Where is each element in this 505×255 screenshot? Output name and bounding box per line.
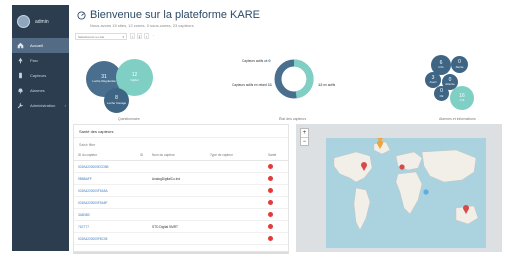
sensor-health-panel: Santé des capteurs Saisir filtre ID du c… — [73, 124, 289, 252]
sensor-name-cell — [148, 196, 206, 209]
donut-label-inactive: 12 en actifs — [318, 82, 336, 87]
sites-map[interactable]: + − — [296, 124, 502, 252]
chevron-down-icon: ▾ — [122, 34, 124, 39]
pager-prev-button[interactable]: ‹ — [130, 33, 135, 39]
sidebar-item-label: Accueil — [30, 43, 43, 48]
health-status-dot — [268, 199, 273, 205]
bubble-ok[interactable]: 0 Ok — [434, 86, 449, 101]
bell-icon — [17, 87, 24, 94]
zoom-out-button[interactable]: − — [301, 137, 308, 145]
zoom-control: + − — [300, 128, 309, 146]
sidebar-item-label: Administration — [30, 103, 56, 108]
sensor-name-cell — [148, 232, 206, 245]
bubble-alerte[interactable]: 0 Alerte — [451, 56, 468, 73]
page-subtitle: Nous avons 15 sites, 12 zones, 0 sous-zo… — [90, 23, 194, 28]
horizontal-scrollbar[interactable] — [73, 252, 289, 254]
table-row[interactable]: 001B4220000F5A5F — [74, 196, 288, 209]
sidebar: admin Accueil Parc Capteurs Alarmes Admi… — [12, 5, 69, 251]
sensor-icon — [17, 72, 24, 79]
zoom-in-button[interactable]: + — [301, 129, 308, 137]
sidebar-item-label: Capteurs — [30, 73, 47, 78]
sidebar-item-label: Alarmes — [30, 88, 45, 93]
health-status-dot — [268, 163, 273, 169]
pager-next-button[interactable]: › — [144, 33, 149, 39]
health-status-dot — [268, 211, 273, 217]
sensor-id-cell[interactable]: 001B4220000F8C05 — [74, 232, 136, 245]
world-map — [326, 138, 486, 248]
col-id[interactable]: ID — [136, 150, 148, 161]
site-select[interactable]: Sélectionner un site ▾ — [75, 33, 127, 40]
table-row[interactable]: 9B8BAFF AnalogDigitalCo.ind — [74, 172, 288, 185]
sidebar-item-label: Parc — [30, 58, 39, 63]
tree-icon — [17, 57, 24, 64]
col-sensor-type[interactable]: Type de capteur — [206, 150, 264, 161]
sidebar-item-parc[interactable]: Parc — [12, 53, 69, 68]
pager: ‹ 1 › · — [130, 33, 156, 39]
sensor-name-cell — [148, 160, 206, 173]
sidebar-item-administration[interactable]: Administration ‹ — [12, 98, 69, 113]
health-status-dot — [268, 235, 273, 241]
sidebar-item-accueil[interactable]: Accueil — [12, 38, 69, 53]
sensor-id-cell[interactable]: 9B8BAFF — [74, 172, 136, 185]
col-sensor-id[interactable]: ID du capteur — [74, 150, 136, 161]
sensor-id-cell[interactable]: 71E777 — [74, 220, 136, 233]
table-row[interactable]: 001B4220000ECD5B — [74, 160, 288, 173]
page-title: Bienvenue sur la plateforme KARE — [90, 9, 260, 21]
site-select-placeholder: Sélectionner un site — [78, 34, 105, 39]
sensor-id-cell[interactable]: 3AB3B0 — [74, 208, 136, 221]
table-row[interactable]: 001B4220000F8C05 — [74, 232, 288, 245]
table-row[interactable]: 001B4220000F5A5A — [74, 184, 288, 197]
sidebar-user[interactable]: admin — [12, 5, 69, 38]
table-row[interactable]: 3AB3B0 — [74, 208, 288, 221]
dashboard-icon — [77, 11, 86, 20]
sensor-name-cell: AnalogDigitalCo.ind — [148, 172, 206, 185]
col-sensor-name[interactable]: Nom du capteur — [148, 150, 206, 161]
chart-caption-middle: État des capteurs — [279, 117, 307, 121]
wrench-icon — [17, 102, 24, 109]
sensor-table: ID du capteur ID Nom du capteur Type de … — [74, 150, 288, 245]
chart-caption-left: Questionnaire — [118, 117, 140, 121]
map-marker-red[interactable] — [399, 164, 405, 170]
sensor-id-cell[interactable]: 001B4220000F5A5A — [74, 184, 136, 197]
table-header-row: ID du capteur ID Nom du capteur Type de … — [74, 150, 288, 161]
sensor-name-cell: STD Digital SMRT — [148, 220, 206, 233]
table-row[interactable]: 71E777 STD Digital SMRT — [74, 220, 288, 233]
health-status-dot — [268, 175, 273, 181]
panel-title: Santé des capteurs — [74, 125, 288, 138]
sensor-name-cell — [148, 184, 206, 197]
sensor-name-cell — [148, 208, 206, 221]
sensor-id-cell[interactable]: 001B4220000ECD5B — [74, 160, 136, 173]
sensor-state-donut[interactable] — [271, 56, 317, 102]
bubble-loche-vonage[interactable]: 8 Loche Vonage — [104, 88, 129, 113]
health-status-dot — [268, 223, 273, 229]
map-marker-cluster[interactable] — [423, 189, 429, 195]
chevron-left-icon: ‹ — [64, 103, 66, 108]
health-status-dot — [268, 187, 273, 193]
sidebar-item-alarmes[interactable]: Alarmes — [12, 83, 69, 98]
donut-label-active: Capteurs actifs ok 0 — [242, 58, 271, 63]
pager-separator: · — [151, 33, 156, 39]
chart-caption-right: Alarmes et informations — [439, 117, 476, 121]
bubble-crit[interactable]: 16 Crit — [450, 86, 474, 110]
avatar — [17, 15, 30, 28]
pager-page[interactable]: 1 — [137, 33, 142, 39]
home-icon — [17, 42, 24, 49]
sensor-id-cell[interactable]: 001B4220000F5A5F — [74, 196, 136, 209]
donut-label-late: Capteurs actifs en retard 11 — [232, 82, 273, 87]
col-health[interactable]: Santé — [264, 150, 288, 161]
sidebar-item-capteurs[interactable]: Capteurs — [12, 68, 69, 83]
user-name: admin — [35, 18, 49, 25]
table-filter-input[interactable]: Saisir filtre — [74, 138, 288, 150]
